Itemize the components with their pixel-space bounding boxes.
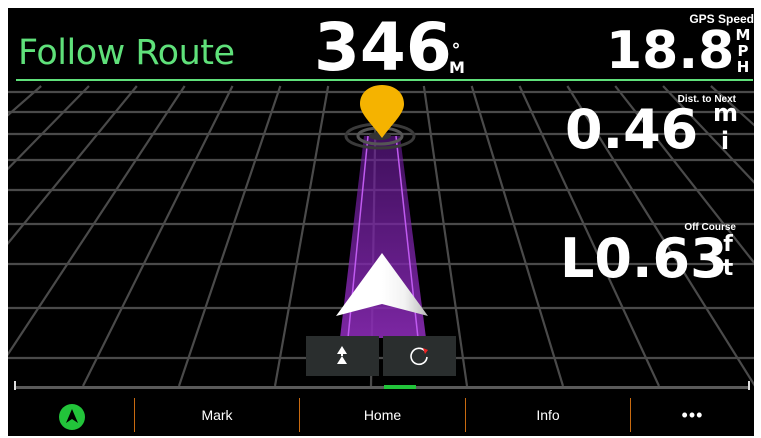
slider-right-tick [748, 381, 750, 390]
gps-speed-unit-m: M [735, 26, 751, 44]
gps-speed-unit-p: P [737, 42, 749, 60]
gps-speed-unit-h: H [736, 58, 750, 76]
navigation-arrow-icon [59, 404, 85, 430]
navigation-button[interactable] [8, 394, 134, 436]
off-course-unit-t: t [722, 256, 734, 281]
info-button[interactable]: Info [466, 394, 630, 436]
off-course-value: L0.63 [560, 227, 728, 290]
course-up-icon [337, 346, 347, 364]
chartplotter-screen: Follow Route 346 ° M GPS Speed 18.8 M P … [8, 8, 754, 436]
zoom-slider-handle[interactable] [384, 385, 416, 389]
bottom-toolbar: Mark Home Info ••• [8, 394, 754, 436]
mark-button[interactable]: Mark [135, 394, 299, 436]
zoom-slider-track[interactable] [14, 386, 750, 389]
home-button[interactable]: Home [300, 394, 465, 436]
heading-value: 346 [314, 9, 452, 86]
off-course-unit-f: f [723, 232, 733, 257]
refresh-icon [410, 347, 428, 366]
mode-title: Follow Route [18, 33, 235, 73]
more-options-button[interactable]: ••• [631, 394, 754, 436]
dist-to-next-value: 0.46 [565, 98, 699, 161]
dist-unit-m: m [713, 99, 739, 127]
heading-unit-magnetic: M [449, 58, 465, 77]
slider-left-tick [14, 381, 16, 390]
course-up-button[interactable] [306, 336, 379, 376]
dist-unit-i: i [720, 127, 730, 155]
reset-view-button[interactable] [383, 336, 456, 376]
gps-speed-value: 18.8 [606, 21, 735, 81]
